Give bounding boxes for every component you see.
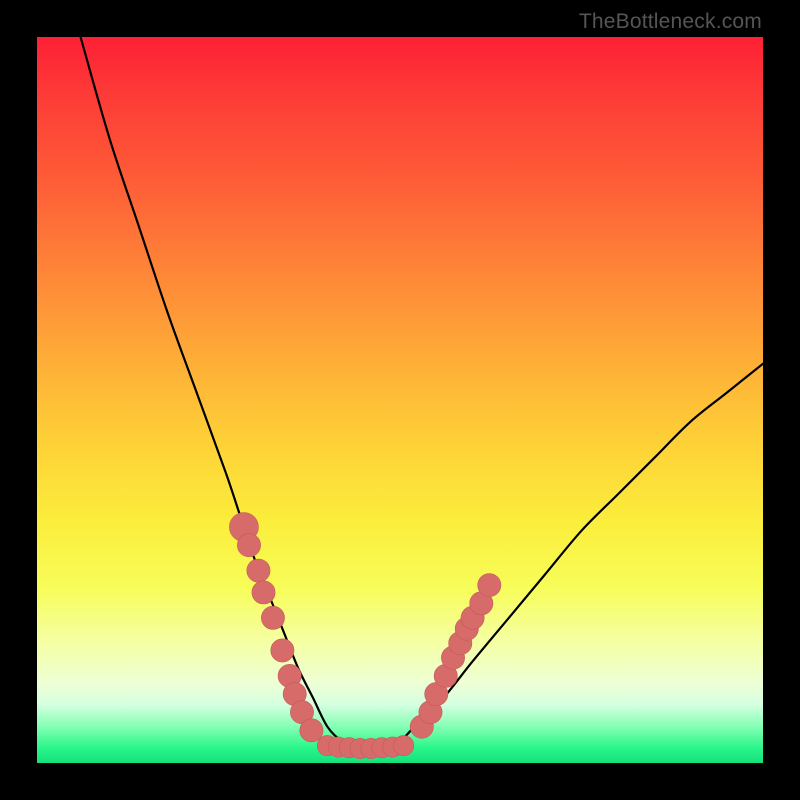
curve-marker [300, 719, 323, 742]
plot-area [37, 37, 763, 763]
curve-marker [247, 559, 270, 582]
curve-marker [478, 574, 501, 597]
curve-marker [252, 581, 275, 604]
curve-marker [271, 639, 294, 662]
curve-marker [237, 534, 260, 557]
bottleneck-curve [81, 37, 763, 749]
curve-layer [37, 37, 763, 763]
curve-marker [393, 735, 413, 755]
watermark-text: TheBottleneck.com [579, 10, 762, 34]
curve-marker [261, 606, 284, 629]
chart-stage: TheBottleneck.com [0, 0, 800, 800]
curve-markers [229, 513, 501, 759]
